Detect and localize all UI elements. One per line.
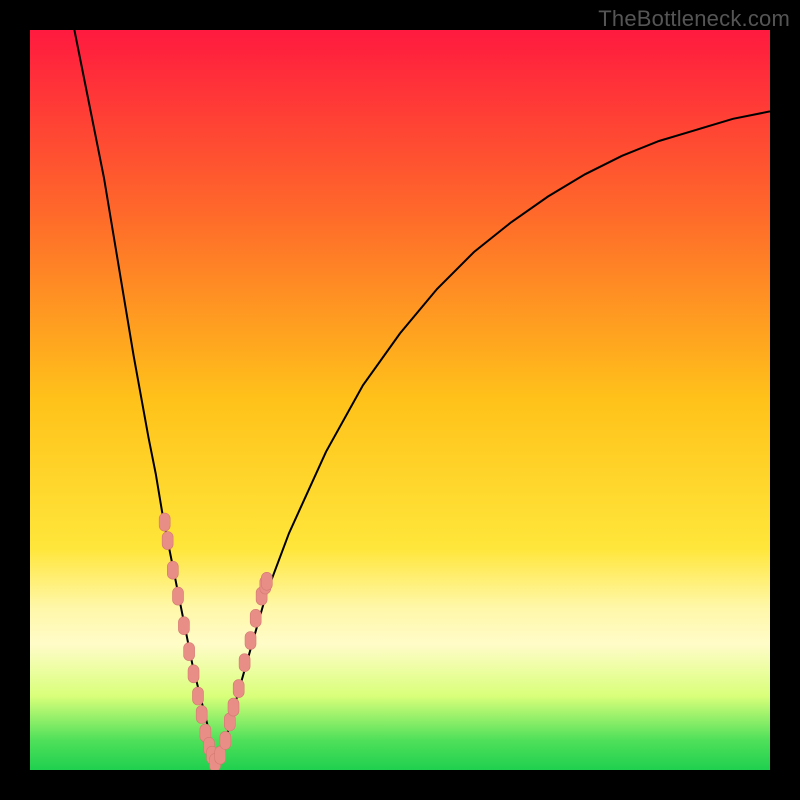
plot-area xyxy=(30,30,770,770)
sample-marker xyxy=(250,609,261,627)
sample-marker xyxy=(159,513,170,531)
sample-marker xyxy=(173,587,184,605)
sample-marker xyxy=(220,731,231,749)
chart-svg xyxy=(30,30,770,770)
sample-marker xyxy=(233,680,244,698)
sample-marker xyxy=(228,698,239,716)
sample-marker xyxy=(196,706,207,724)
sample-marker xyxy=(188,665,199,683)
sample-marker xyxy=(239,654,250,672)
sample-marker xyxy=(178,617,189,635)
sample-marker xyxy=(162,532,173,550)
sample-marker xyxy=(167,561,178,579)
sample-marker xyxy=(245,632,256,650)
sample-marker xyxy=(261,572,272,590)
sample-marker xyxy=(192,687,203,705)
sample-marker xyxy=(184,643,195,661)
chart-frame: TheBottleneck.com xyxy=(0,0,800,800)
watermark-text: TheBottleneck.com xyxy=(598,6,790,32)
